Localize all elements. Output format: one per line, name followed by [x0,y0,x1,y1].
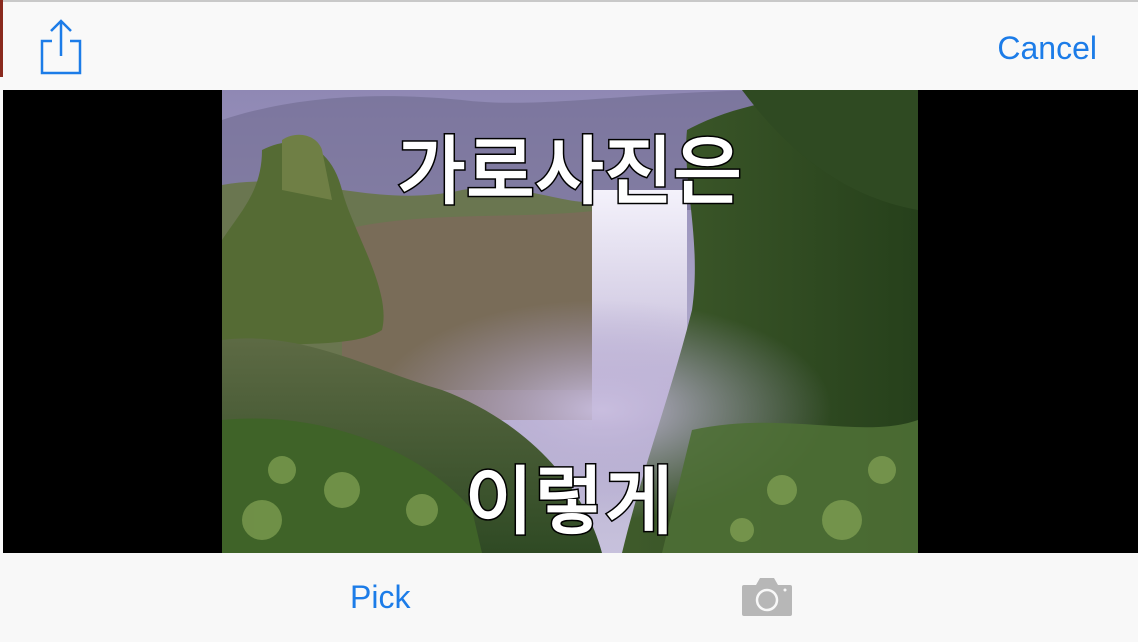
camera-button[interactable] [740,575,794,617]
photo-caption-bottom: 이렇게 [463,458,676,547]
photo-caption-top: 가로사진은 [396,128,743,217]
share-icon [40,19,82,75]
top-toolbar: Cancel [0,0,1138,90]
cancel-button[interactable]: Cancel [997,28,1097,68]
share-button[interactable] [38,18,84,76]
pick-button[interactable]: Pick [350,577,410,617]
landscape-photo[interactable]: 가로사진은 이렇게 [222,90,918,553]
bottom-toolbar: Pick [0,553,1138,642]
photo-viewer: 가로사진은 이렇게 [3,90,1138,553]
camera-icon [742,578,792,616]
